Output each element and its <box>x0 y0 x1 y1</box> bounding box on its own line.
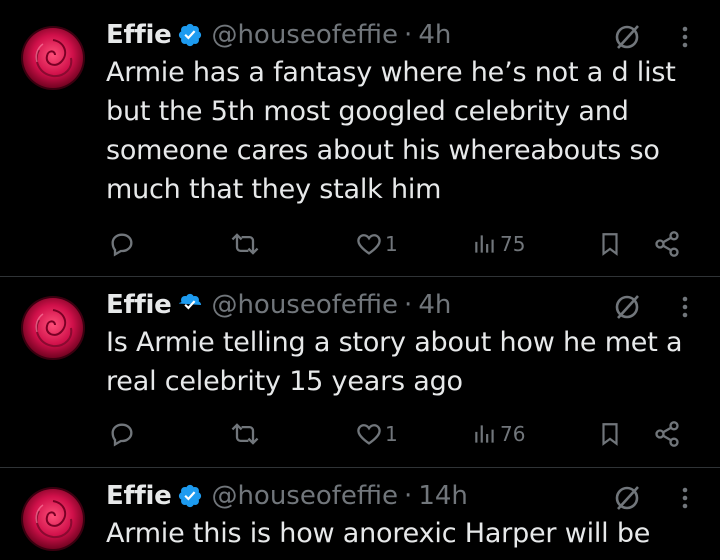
timestamp[interactable]: 4h <box>418 20 451 50</box>
reply-icon <box>111 423 133 447</box>
retweet-button[interactable] <box>229 230 261 258</box>
tweet-text: Armie this is how anorexic Harper will b… <box>106 518 651 549</box>
share-icon <box>655 231 679 257</box>
tweet-feed: Effie @houseofeffie · 4h Armie has a fan… <box>0 0 720 560</box>
like-button[interactable]: 1 <box>355 420 398 448</box>
tweet[interactable]: Effie @houseofeffie · 14h Armie this is … <box>0 479 720 560</box>
divider <box>0 276 720 277</box>
display-name[interactable]: Effie <box>106 20 172 50</box>
verified-badge-icon <box>179 484 202 508</box>
handle[interactable]: @houseofeffie <box>211 290 398 320</box>
verified-badge-icon <box>179 293 202 310</box>
grok-icon[interactable] <box>612 292 642 322</box>
view-count: 76 <box>500 422 526 446</box>
views-button[interactable]: 76 <box>472 420 525 448</box>
tweet[interactable]: Effie @houseofeffie · 4h Is Armie tellin… <box>0 288 720 458</box>
retweet-icon <box>231 233 259 255</box>
tweet-header: Effie @houseofeffie · 4h <box>106 18 451 52</box>
avatar[interactable] <box>21 26 85 90</box>
tweet-text: Armie has a fantasy where he’s not a d l… <box>106 57 676 205</box>
avatar-rose-image <box>21 296 85 360</box>
share-button[interactable] <box>652 230 682 258</box>
avatar[interactable] <box>21 296 85 360</box>
heart-icon <box>357 424 381 445</box>
verified-badge-icon <box>179 23 202 47</box>
bookmark-icon <box>602 233 618 256</box>
reply-button[interactable] <box>108 420 136 448</box>
grok-icon[interactable] <box>612 483 642 513</box>
avatar[interactable] <box>21 487 85 551</box>
tweet-header: Effie @houseofeffie · 14h <box>106 479 468 513</box>
avatar-rose-image <box>21 487 85 551</box>
retweet-button[interactable] <box>229 420 261 448</box>
bookmark-icon <box>602 423 618 446</box>
reply-icon <box>111 233 133 257</box>
retweet-icon <box>231 423 259 445</box>
heart-icon <box>357 234 381 255</box>
handle[interactable]: @houseofeffie <box>211 20 398 50</box>
like-count: 1 <box>385 422 398 446</box>
handle[interactable]: @houseofeffie <box>211 481 398 511</box>
more-icon[interactable] <box>672 292 698 322</box>
divider <box>0 467 720 468</box>
avatar-rose-image <box>21 26 85 90</box>
like-button[interactable]: 1 <box>355 230 398 258</box>
separator-dot: · <box>404 290 413 320</box>
view-count: 75 <box>500 232 526 256</box>
timestamp[interactable]: 14h <box>418 481 468 511</box>
display-name[interactable]: Effie <box>106 290 172 320</box>
like-count: 1 <box>385 232 398 256</box>
grok-icon[interactable] <box>612 22 642 52</box>
views-icon <box>475 425 494 443</box>
share-button[interactable] <box>652 420 682 448</box>
bookmark-button[interactable] <box>597 230 623 258</box>
views-icon <box>475 235 494 253</box>
separator-dot: · <box>404 481 413 511</box>
views-button[interactable]: 75 <box>472 230 525 258</box>
more-icon[interactable] <box>672 22 698 52</box>
tweet-header: Effie @houseofeffie · 4h <box>106 288 451 322</box>
timestamp[interactable]: 4h <box>418 290 451 320</box>
share-icon <box>655 421 679 447</box>
tweet[interactable]: Effie @houseofeffie · 4h Armie has a fan… <box>0 18 720 268</box>
display-name[interactable]: Effie <box>106 481 172 511</box>
more-icon[interactable] <box>672 483 698 513</box>
bookmark-button[interactable] <box>597 420 623 448</box>
reply-button[interactable] <box>108 230 136 258</box>
tweet-text: Is Armie telling a story about how he me… <box>106 327 683 397</box>
separator-dot: · <box>404 20 413 50</box>
